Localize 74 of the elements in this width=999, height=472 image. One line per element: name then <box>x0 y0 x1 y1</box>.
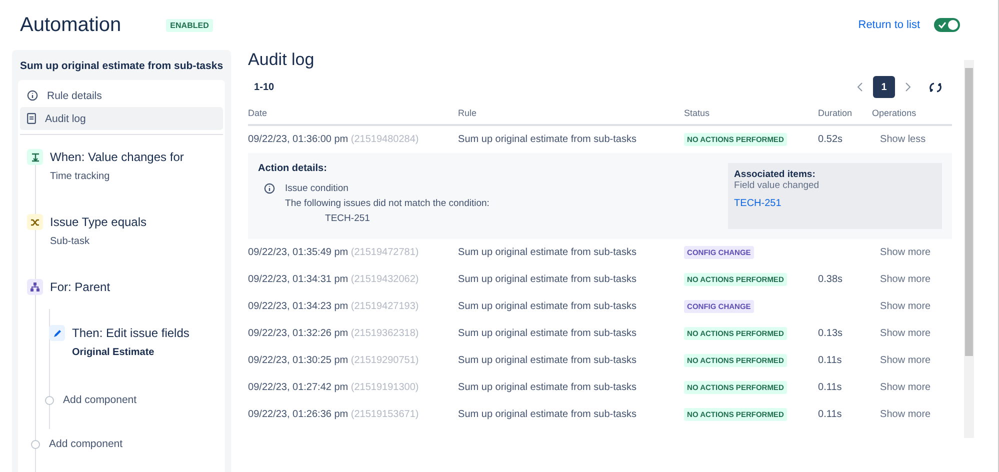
rule-cell-text: Sum up original estimate from sub-tasks <box>458 274 638 285</box>
refresh-icon[interactable] <box>929 80 942 94</box>
status-badge: ENABLED <box>166 18 213 32</box>
toggle-switch[interactable] <box>934 18 960 32</box>
rule-cell-text: Sum up original estimate from sub-tasks <box>458 355 638 366</box>
nav-item[interactable]: Audit log <box>20 107 224 130</box>
duration-cell-text: 0.38s <box>818 274 844 285</box>
add-dot-icon <box>45 396 54 404</box>
duration-cell-text: 0.11s <box>818 409 843 420</box>
rule-cell-text: Sum up original estimate from sub-tasks <box>458 247 638 258</box>
date-cell-text: 09/22/23, 01:36:00 pm (21519480284) <box>248 134 420 145</box>
page-title: Automation <box>20 14 122 36</box>
associated-text: Field value changed <box>734 180 820 191</box>
issue-key: TECH-251 <box>285 213 490 224</box>
toggle-details-link[interactable]: Show more <box>872 355 931 366</box>
info-icon <box>264 183 276 194</box>
step-title[interactable]: Issue Type equals <box>50 215 147 229</box>
duration-cell-text: 0.52s <box>818 134 844 145</box>
duration-cell-text: 0.11s <box>818 355 843 366</box>
add-component-link[interactable]: Add component <box>49 438 123 450</box>
chevron-right-icon[interactable] <box>905 82 912 92</box>
scrollbar[interactable] <box>964 60 974 438</box>
chevron-left-icon[interactable] <box>857 82 864 92</box>
add-component-link[interactable]: Add component <box>63 394 137 406</box>
date-cell-text: 09/22/23, 01:26:36 pm (21519153671) <box>248 409 420 420</box>
step-title[interactable]: For: Parent <box>50 280 110 294</box>
step-title[interactable]: When: Value changes for <box>50 150 184 164</box>
column-header: Operations <box>872 108 918 118</box>
duration-cell-text: 0.13s <box>818 328 844 339</box>
audit-log-title: Audit log <box>248 50 316 70</box>
page-button[interactable]: 1 <box>873 76 896 98</box>
add-dot-icon <box>31 440 40 448</box>
info-icon <box>27 90 38 101</box>
toggle-details-link[interactable]: Show more <box>872 301 931 312</box>
toggle-details-link[interactable]: Show more <box>872 409 931 420</box>
step-detail: Original Estimate <box>71 346 156 358</box>
date-cell-text: 09/22/23, 01:34:31 pm (21519432062) <box>248 274 420 285</box>
pencil-icon <box>49 325 65 341</box>
rule-cell-text: Sum up original estimate from sub-tasks <box>458 134 638 145</box>
date-cell-text: 09/22/23, 01:27:42 pm (21519191300) <box>248 382 420 393</box>
date-cell-text: 09/22/23, 01:34:23 pm (21519427193) <box>248 301 420 312</box>
document-icon <box>27 113 36 124</box>
condition-title: Issue condition <box>285 183 350 194</box>
column-header: Status <box>684 108 711 118</box>
step-detail: Time tracking <box>49 170 111 182</box>
step-detail: Sub-task <box>49 235 90 247</box>
hierarchy-icon <box>27 279 43 295</box>
associated-heading: Associated items: <box>734 169 816 180</box>
column-header: Date <box>248 108 268 118</box>
toggle-details-link[interactable]: Show more <box>872 328 931 339</box>
details-heading: Action details: <box>258 163 328 174</box>
rule-cell-text: Sum up original estimate from sub-tasks <box>458 328 638 339</box>
date-cell-text: 09/22/23, 01:32:26 pm (21519362318) <box>248 328 420 339</box>
duration-cell-text: 0.11s <box>818 382 843 393</box>
toggle-details-link[interactable]: Show more <box>872 274 931 285</box>
trigger-icon <box>27 149 43 165</box>
rule-name: Sum up original estimate from sub-tasks <box>19 60 224 74</box>
condition-text: The following issues did not match the condition: <box>285 198 490 209</box>
shuffle-icon <box>27 214 43 230</box>
step-title[interactable]: Then: Edit issue fields <box>72 326 190 340</box>
toggle-details-link[interactable]: Show less <box>872 134 926 145</box>
return-link[interactable]: Return to list <box>858 19 920 31</box>
column-header: Duration <box>818 108 854 118</box>
rule-cell-text: Sum up original estimate from sub-tasks <box>458 301 638 312</box>
date-cell-text: 09/22/23, 01:30:25 pm (21519290751) <box>248 355 420 366</box>
toggle-details-link[interactable]: Show more <box>872 382 931 393</box>
date-cell-text: 09/22/23, 01:35:49 pm (21519472781) <box>248 247 420 258</box>
result-range: 1-10 <box>253 82 274 92</box>
issue-link[interactable]: TECH-251 <box>734 198 782 209</box>
toggle-details-link[interactable]: Show more <box>872 247 931 258</box>
rule-cell-text: Sum up original estimate from sub-tasks <box>458 409 638 420</box>
rule-cell-text: Sum up original estimate from sub-tasks <box>458 382 638 393</box>
column-header: Rule <box>458 108 478 118</box>
nav-item[interactable]: Rule details <box>20 84 224 107</box>
